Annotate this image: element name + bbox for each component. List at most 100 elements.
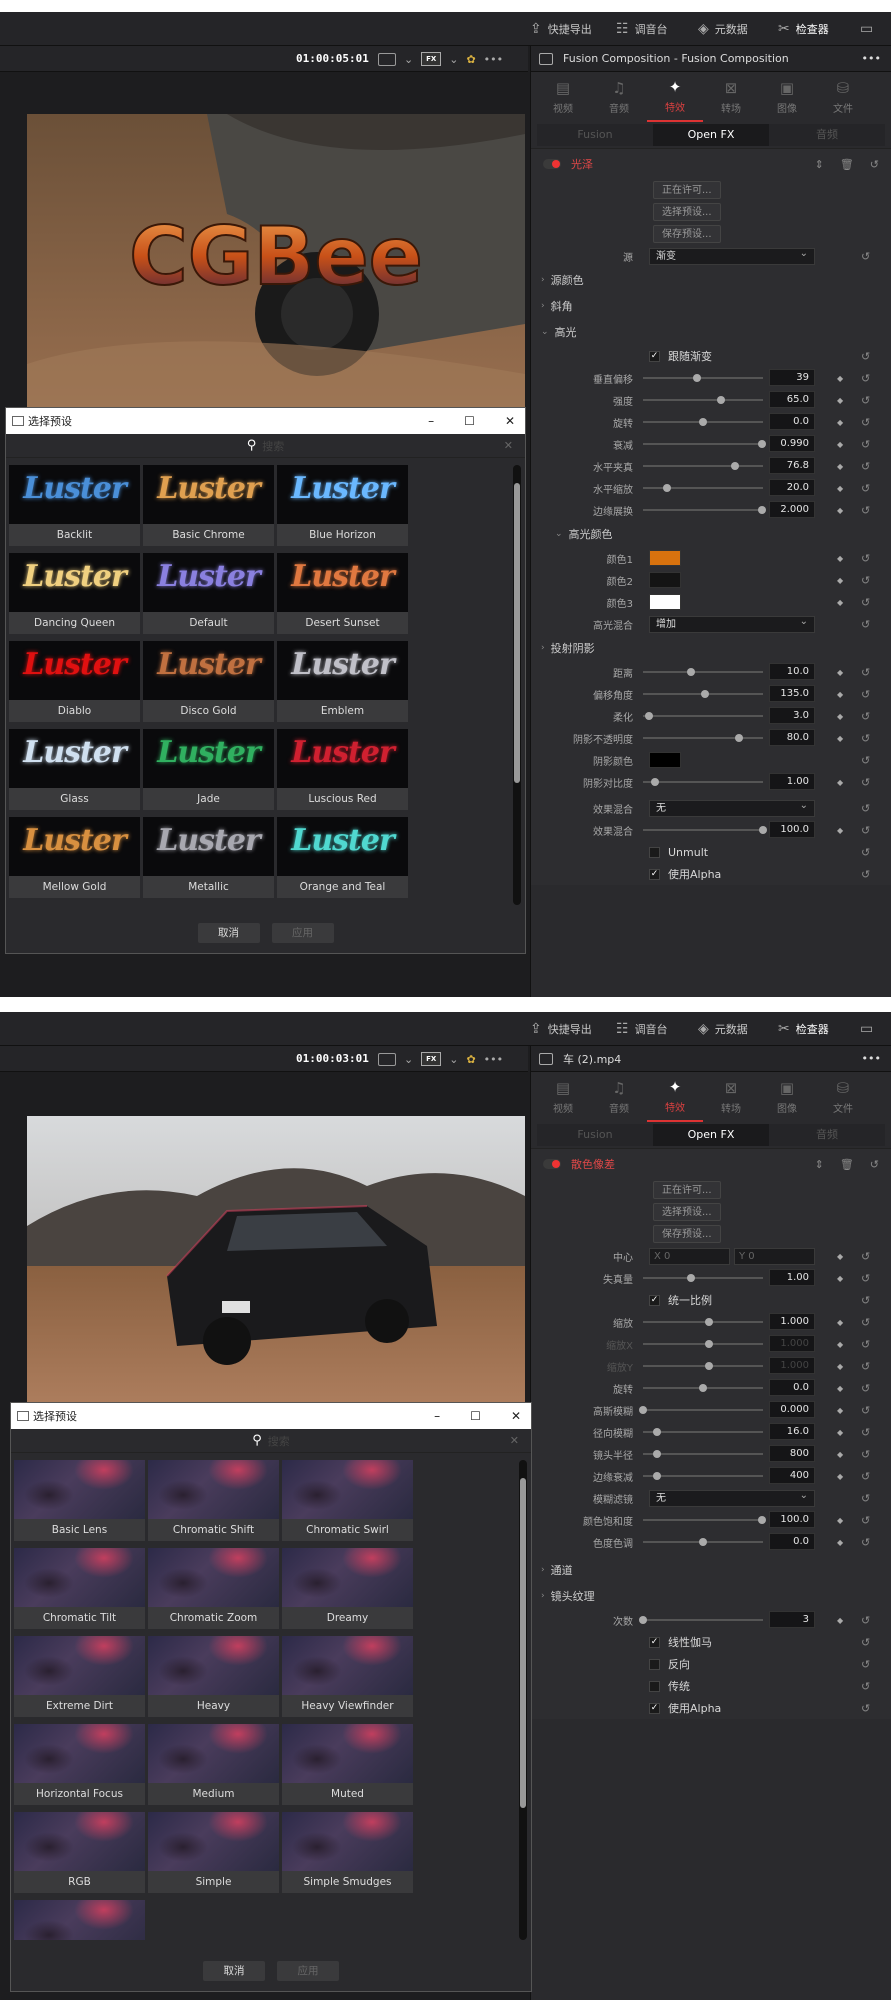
trash-icon[interactable]: 🗑 — [840, 158, 854, 171]
param-value[interactable]: 400 — [769, 1467, 815, 1484]
effect-toggle[interactable] — [543, 1159, 561, 1169]
maximize-icon[interactable]: ☐ — [464, 414, 475, 428]
param-value[interactable]: 3 — [769, 1611, 815, 1628]
reorder-icon[interactable]: ⇕ — [815, 158, 824, 171]
reset-icon[interactable]: ↺ — [861, 1702, 870, 1715]
checkbox-box[interactable]: ✓ — [649, 1702, 660, 1714]
more-icon[interactable]: ••• — [484, 53, 503, 66]
param-slider[interactable] — [643, 826, 767, 834]
preset-tile[interactable]: Extreme Dirt — [14, 1636, 145, 1717]
reset-icon[interactable]: ↺ — [861, 1360, 870, 1373]
slider-knob[interactable] — [757, 506, 766, 514]
keyframe-icon[interactable]: ◆ — [837, 1516, 843, 1525]
save-preset-button[interactable]: 保存预设... — [653, 225, 721, 243]
keyframe-icon[interactable]: ◆ — [837, 778, 843, 787]
seg-fusion[interactable]: Fusion — [537, 1124, 653, 1146]
slider-knob[interactable] — [645, 712, 653, 720]
keyframe-icon[interactable]: ◆ — [837, 1384, 843, 1393]
tab-audio[interactable]: ♫ 音频 — [591, 1072, 647, 1122]
preset-tile[interactable]: Heavy Viewfinder — [282, 1636, 413, 1717]
param-value[interactable]: 0.0 — [769, 1533, 815, 1550]
effect-toggle[interactable] — [543, 159, 561, 169]
reset-icon[interactable]: ↺ — [870, 158, 879, 171]
slider-knob[interactable] — [705, 1318, 713, 1326]
choose-preset-button[interactable]: 选择预设... — [653, 203, 721, 221]
license-button[interactable]: 正在许可... — [653, 1181, 721, 1199]
metadata-button[interactable]: ◈ 元数据 — [698, 12, 748, 46]
palette-icon[interactable]: ✿ — [466, 53, 475, 66]
minimize-icon[interactable]: – — [428, 414, 434, 428]
palette-icon[interactable]: ✿ — [466, 1053, 475, 1066]
keyframe-icon[interactable]: ◆ — [837, 396, 843, 405]
keyframe-icon[interactable]: ◆ — [837, 576, 843, 585]
preset-tile[interactable]: Chromatic Zoom — [148, 1548, 279, 1629]
blur-filter-dropdown[interactable]: 无 — [649, 1488, 815, 1507]
inspector-button[interactable]: ✂ 检查器 — [778, 1012, 829, 1046]
cancel-button[interactable]: 取消 — [197, 923, 260, 943]
color-swatch[interactable] — [649, 550, 681, 566]
keyframe-icon[interactable]: ◆ — [837, 690, 843, 699]
param-slider[interactable] — [643, 668, 763, 676]
param-slider[interactable] — [643, 1384, 763, 1392]
section-highlight-color[interactable]: ⌄ 高光颜色 — [531, 521, 891, 547]
preset-tile[interactable]: Luster Disco Gold — [143, 641, 274, 722]
view-mode-icon[interactable] — [378, 1052, 396, 1066]
preset-tile[interactable]: Simple — [148, 1812, 279, 1893]
reset-icon[interactable]: ↺ — [861, 776, 870, 789]
close-icon[interactable]: ✕ — [505, 414, 515, 428]
slider-knob[interactable] — [653, 1450, 662, 1458]
reset-icon[interactable]: ↺ — [861, 1426, 870, 1439]
reorder-icon[interactable]: ⇕ — [815, 1158, 824, 1171]
section-channel[interactable]: › 通道 — [531, 1557, 891, 1583]
preset-tile[interactable]: Luster Blue Horizon — [277, 465, 408, 546]
trash-icon[interactable]: 🗑 — [840, 1158, 854, 1171]
param-value[interactable]: 16.0 — [769, 1423, 815, 1440]
reset-icon[interactable]: ↺ — [861, 1448, 870, 1461]
color-swatch[interactable] — [649, 594, 681, 610]
keyframe-icon[interactable]: ◆ — [837, 1318, 843, 1327]
apply-button[interactable]: 应用 — [271, 923, 334, 943]
param-slider[interactable] — [643, 1472, 763, 1480]
keyframe-icon[interactable]: ◆ — [837, 506, 843, 515]
reset-icon[interactable]: ↺ — [861, 504, 870, 517]
param-slider[interactable] — [643, 1428, 763, 1436]
inspector-button[interactable]: ✂ 检查器 — [778, 12, 829, 46]
keyframe-icon[interactable]: ◆ — [837, 418, 843, 427]
param-slider[interactable] — [643, 374, 763, 382]
tab-file[interactable]: ⛁ 文件 — [815, 72, 871, 122]
param-value[interactable]: 20.0 — [769, 479, 815, 496]
more-icon[interactable]: ••• — [484, 1053, 503, 1066]
cancel-button[interactable]: 取消 — [203, 1961, 265, 1981]
reset-icon[interactable]: ↺ — [861, 1614, 870, 1627]
keyframe-icon[interactable]: ◆ — [837, 440, 843, 449]
checkbox-box[interactable] — [649, 1680, 660, 1692]
param-slider[interactable] — [643, 418, 763, 426]
scrollbar[interactable] — [513, 465, 521, 905]
keyframe-icon[interactable]: ◆ — [837, 1616, 843, 1625]
preset-tile[interactable]: Horizontal Focus — [14, 1724, 145, 1805]
slider-knob[interactable] — [705, 1362, 713, 1370]
option-checkbox[interactable]: 反向 ↺ — [531, 1653, 891, 1675]
maximize-icon[interactable]: ☐ — [470, 1409, 481, 1423]
option-checkbox[interactable]: ✓ 使用Alpha ↺ — [531, 1697, 891, 1719]
param-value[interactable]: 65.0 — [769, 391, 815, 408]
preset-tile[interactable]: RGB — [14, 1812, 145, 1893]
reset-icon[interactable]: ↺ — [861, 1382, 870, 1395]
reset-icon[interactable]: ↺ — [861, 482, 870, 495]
reset-icon[interactable]: ↺ — [861, 394, 870, 407]
param-value[interactable]: 800 — [769, 1445, 815, 1462]
option-checkbox[interactable]: 传统 ↺ — [531, 1675, 891, 1697]
preset-tile[interactable]: Luster Basic Chrome — [143, 465, 274, 546]
keyframe-icon[interactable]: ◆ — [837, 734, 843, 743]
slider-knob[interactable] — [731, 462, 740, 470]
tab-video[interactable]: ▤ 视频 — [535, 1072, 591, 1122]
param-value[interactable]: 1.00 — [769, 1269, 815, 1286]
section-lens-texture[interactable]: › 镜头纹理 — [531, 1583, 891, 1609]
slider-knob[interactable] — [757, 440, 766, 448]
param-slider[interactable] — [643, 1274, 763, 1282]
param-value[interactable]: 100.0 — [769, 821, 815, 838]
keyframe-icon[interactable]: ◆ — [837, 484, 843, 493]
preset-tile[interactable]: Luster Jade — [143, 729, 274, 810]
reset-icon[interactable]: ↺ — [861, 1536, 870, 1549]
reset-icon[interactable]: ↺ — [861, 250, 870, 263]
